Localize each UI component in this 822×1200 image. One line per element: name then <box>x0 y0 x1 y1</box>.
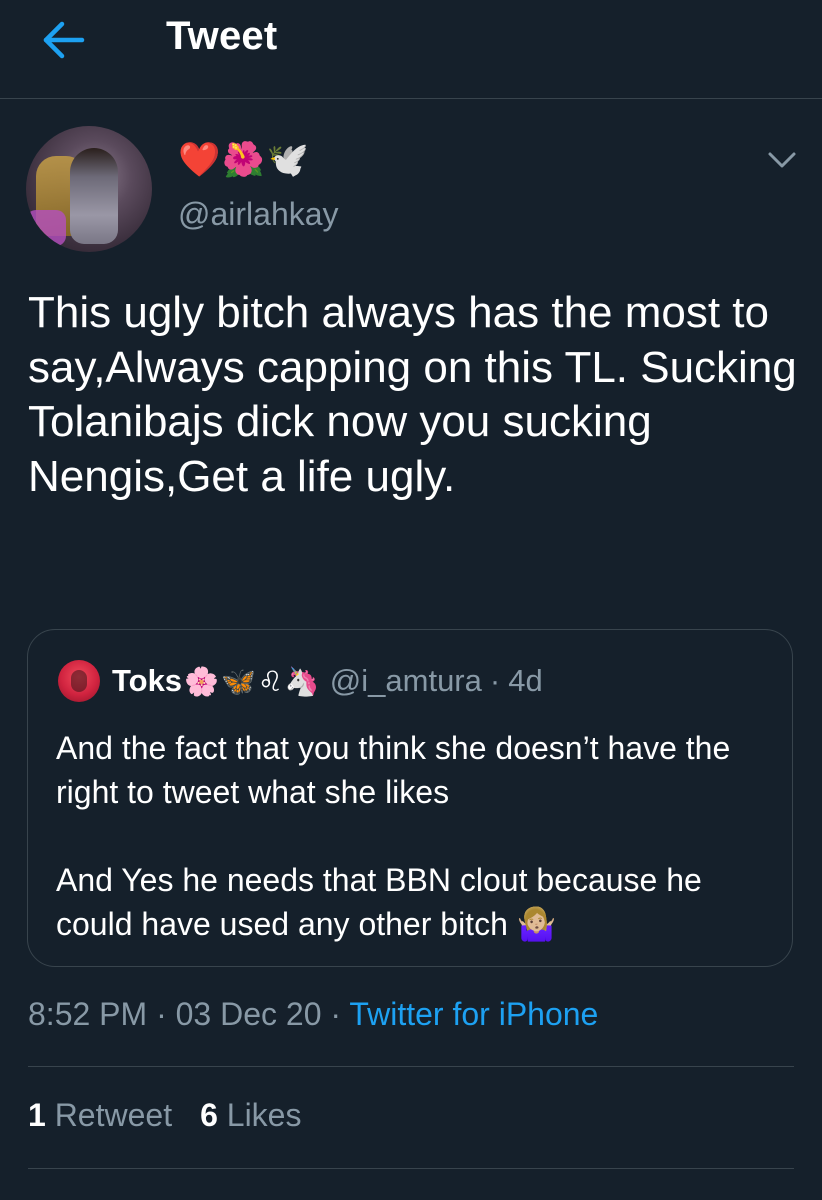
hibiscus-emoji: 🌺 <box>222 141 265 179</box>
red-heart-emoji: ❤️ <box>178 141 221 179</box>
separator-dot: · <box>330 996 342 1032</box>
separator-dot: · <box>489 663 501 698</box>
cherry-blossom-emoji: 🌸 <box>184 665 219 697</box>
author-display-name[interactable]: ❤️ 🌺 🕊️ <box>178 140 309 180</box>
retweets-stat[interactable]: 1 Retweet <box>28 1097 172 1133</box>
retweets-label: Retweet <box>54 1097 173 1133</box>
avatar-figure-shape <box>70 148 118 244</box>
divider <box>28 1066 794 1067</box>
quoted-tweet-time: 4d <box>508 663 543 698</box>
dove-emoji: 🕊️ <box>266 141 310 179</box>
tweet-date: 03 Dec 20 <box>175 996 322 1032</box>
tweet-source-link[interactable]: Twitter for iPhone <box>349 996 598 1032</box>
likes-stat[interactable]: 6 Likes <box>200 1097 301 1133</box>
tweet-body: This ugly bitch always has the most to s… <box>28 288 797 501</box>
page-title: Tweet <box>166 14 278 58</box>
retweets-count: 1 <box>28 1097 46 1133</box>
quoted-author-handle: @i_amtura <box>329 663 482 698</box>
likes-count: 6 <box>200 1097 218 1133</box>
chevron-down-icon <box>768 152 796 168</box>
author-avatar[interactable] <box>26 126 152 252</box>
unicorn-emoji: 🦄 <box>284 665 320 697</box>
likes-label: Likes <box>226 1097 302 1133</box>
quoted-paragraph: And the fact that you think she doesn’t … <box>56 730 731 810</box>
arrow-left-icon <box>43 21 85 59</box>
quoted-tweet-body: And the fact that you think she doesn’t … <box>56 726 772 946</box>
quoted-tweet-header: Toks 🌸 🦋 ♌ 🦄 @i_amtura · 4d <box>58 658 543 704</box>
avatar-decor-shape <box>26 210 66 246</box>
butterfly-emoji: 🦋 <box>220 665 256 697</box>
divider <box>28 1168 794 1169</box>
quoted-author-name: Toks <box>112 663 183 698</box>
back-button[interactable] <box>36 16 92 64</box>
tweet-menu-button[interactable] <box>764 146 800 174</box>
tweet-stats: 1 Retweet 6 Likes <box>28 1097 301 1134</box>
top-bar: Tweet <box>0 0 822 99</box>
author-handle[interactable]: @airlahkay <box>178 196 339 233</box>
tweet-time: 8:52 PM <box>28 996 148 1032</box>
quoted-paragraph: And Yes he needs that BBN clout because … <box>56 862 702 942</box>
separator-dot: · <box>156 996 167 1032</box>
quoted-tweet-card[interactable]: Toks 🌸 🦋 ♌ 🦄 @i_amtura · 4d And the fact… <box>27 629 793 967</box>
tweet-metadata: 8:52 PM · 03 Dec 20 · Twitter for iPhone <box>28 996 598 1033</box>
leo-emoji: ♌ <box>257 665 283 697</box>
quoted-author-avatar <box>58 660 100 702</box>
